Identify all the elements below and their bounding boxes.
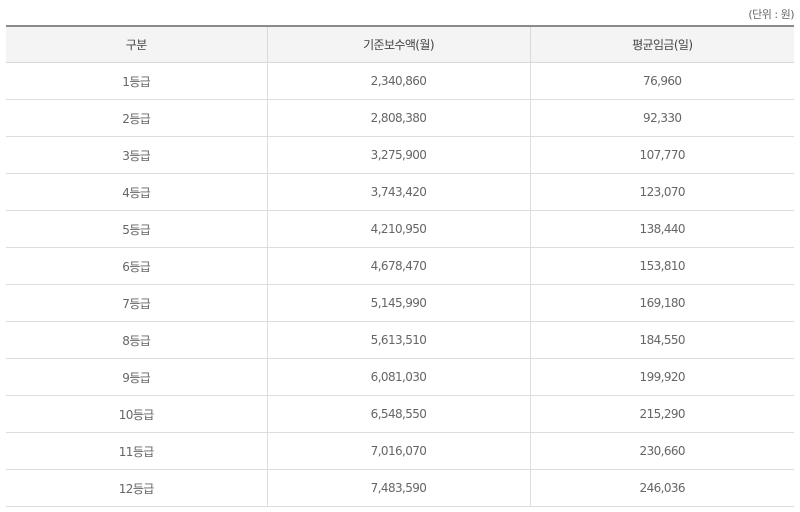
header-row: 구분 기준보수액(월) 평균임금(일) [6, 26, 794, 63]
cell-grade: 2등급 [6, 99, 267, 137]
cell-base-pay: 5,613,510 [266, 321, 530, 359]
table-row: 6등급 4,678,470 153,810 [6, 247, 794, 285]
cell-grade: 12등급 [6, 469, 267, 507]
cell-grade: 5등급 [6, 210, 267, 248]
table-row: 10등급 6,548,550 215,290 [6, 395, 794, 433]
table-row: 4등급 3,743,420 123,070 [6, 173, 794, 211]
cell-average-wage: 92,330 [529, 99, 794, 137]
cell-average-wage: 184,550 [529, 321, 794, 359]
table-row: 12등급 7,483,590 246,036 [6, 469, 794, 507]
cell-grade: 6등급 [6, 247, 267, 285]
table-row: 5등급 4,210,950 138,440 [6, 210, 794, 248]
grade-table-container: 구분 기준보수액(월) 평균임금(일) 1등급 2,340,860 76,960… [6, 25, 794, 507]
table-row: 11등급 7,016,070 230,660 [6, 432, 794, 470]
cell-grade: 1등급 [6, 62, 267, 100]
table-body: 1등급 2,340,860 76,960 2등급 2,808,380 92,33… [6, 62, 794, 507]
cell-grade: 7등급 [6, 284, 267, 322]
table-row: 7등급 5,145,990 169,180 [6, 284, 794, 322]
cell-base-pay: 3,743,420 [266, 173, 530, 211]
cell-average-wage: 123,070 [529, 173, 794, 211]
cell-base-pay: 5,145,990 [266, 284, 530, 322]
table-header: 구분 기준보수액(월) 평균임금(일) [6, 26, 794, 63]
cell-grade: 4등급 [6, 173, 267, 211]
cell-grade: 11등급 [6, 432, 267, 470]
table-row: 9등급 6,081,030 199,920 [6, 358, 794, 396]
grade-table: 구분 기준보수액(월) 평균임금(일) 1등급 2,340,860 76,960… [6, 25, 794, 507]
header-average-wage-daily: 평균임금(일) [529, 26, 794, 63]
cell-average-wage: 246,036 [529, 469, 794, 507]
cell-average-wage: 230,660 [529, 432, 794, 470]
cell-average-wage: 199,920 [529, 358, 794, 396]
cell-base-pay: 2,340,860 [266, 62, 530, 100]
table-row: 2등급 2,808,380 92,330 [6, 99, 794, 137]
table-row: 1등급 2,340,860 76,960 [6, 62, 794, 100]
header-base-pay-monthly: 기준보수액(월) [266, 26, 530, 63]
cell-base-pay: 6,081,030 [266, 358, 530, 396]
cell-grade: 9등급 [6, 358, 267, 396]
cell-average-wage: 153,810 [529, 247, 794, 285]
cell-base-pay: 7,483,590 [266, 469, 530, 507]
cell-base-pay: 7,016,070 [266, 432, 530, 470]
cell-base-pay: 4,210,950 [266, 210, 530, 248]
cell-base-pay: 6,548,550 [266, 395, 530, 433]
cell-average-wage: 169,180 [529, 284, 794, 322]
cell-average-wage: 138,440 [529, 210, 794, 248]
cell-base-pay: 2,808,380 [266, 99, 530, 137]
table-row: 8등급 5,613,510 184,550 [6, 321, 794, 359]
cell-base-pay: 3,275,900 [266, 136, 530, 174]
cell-grade: 8등급 [6, 321, 267, 359]
table-row: 3등급 3,275,900 107,770 [6, 136, 794, 174]
unit-note: (단위 : 원) [748, 8, 794, 21]
cell-average-wage: 215,290 [529, 395, 794, 433]
cell-grade: 3등급 [6, 136, 267, 174]
cell-average-wage: 107,770 [529, 136, 794, 174]
cell-grade: 10등급 [6, 395, 267, 433]
cell-base-pay: 4,678,470 [266, 247, 530, 285]
cell-average-wage: 76,960 [529, 62, 794, 100]
header-grade: 구분 [6, 26, 267, 63]
